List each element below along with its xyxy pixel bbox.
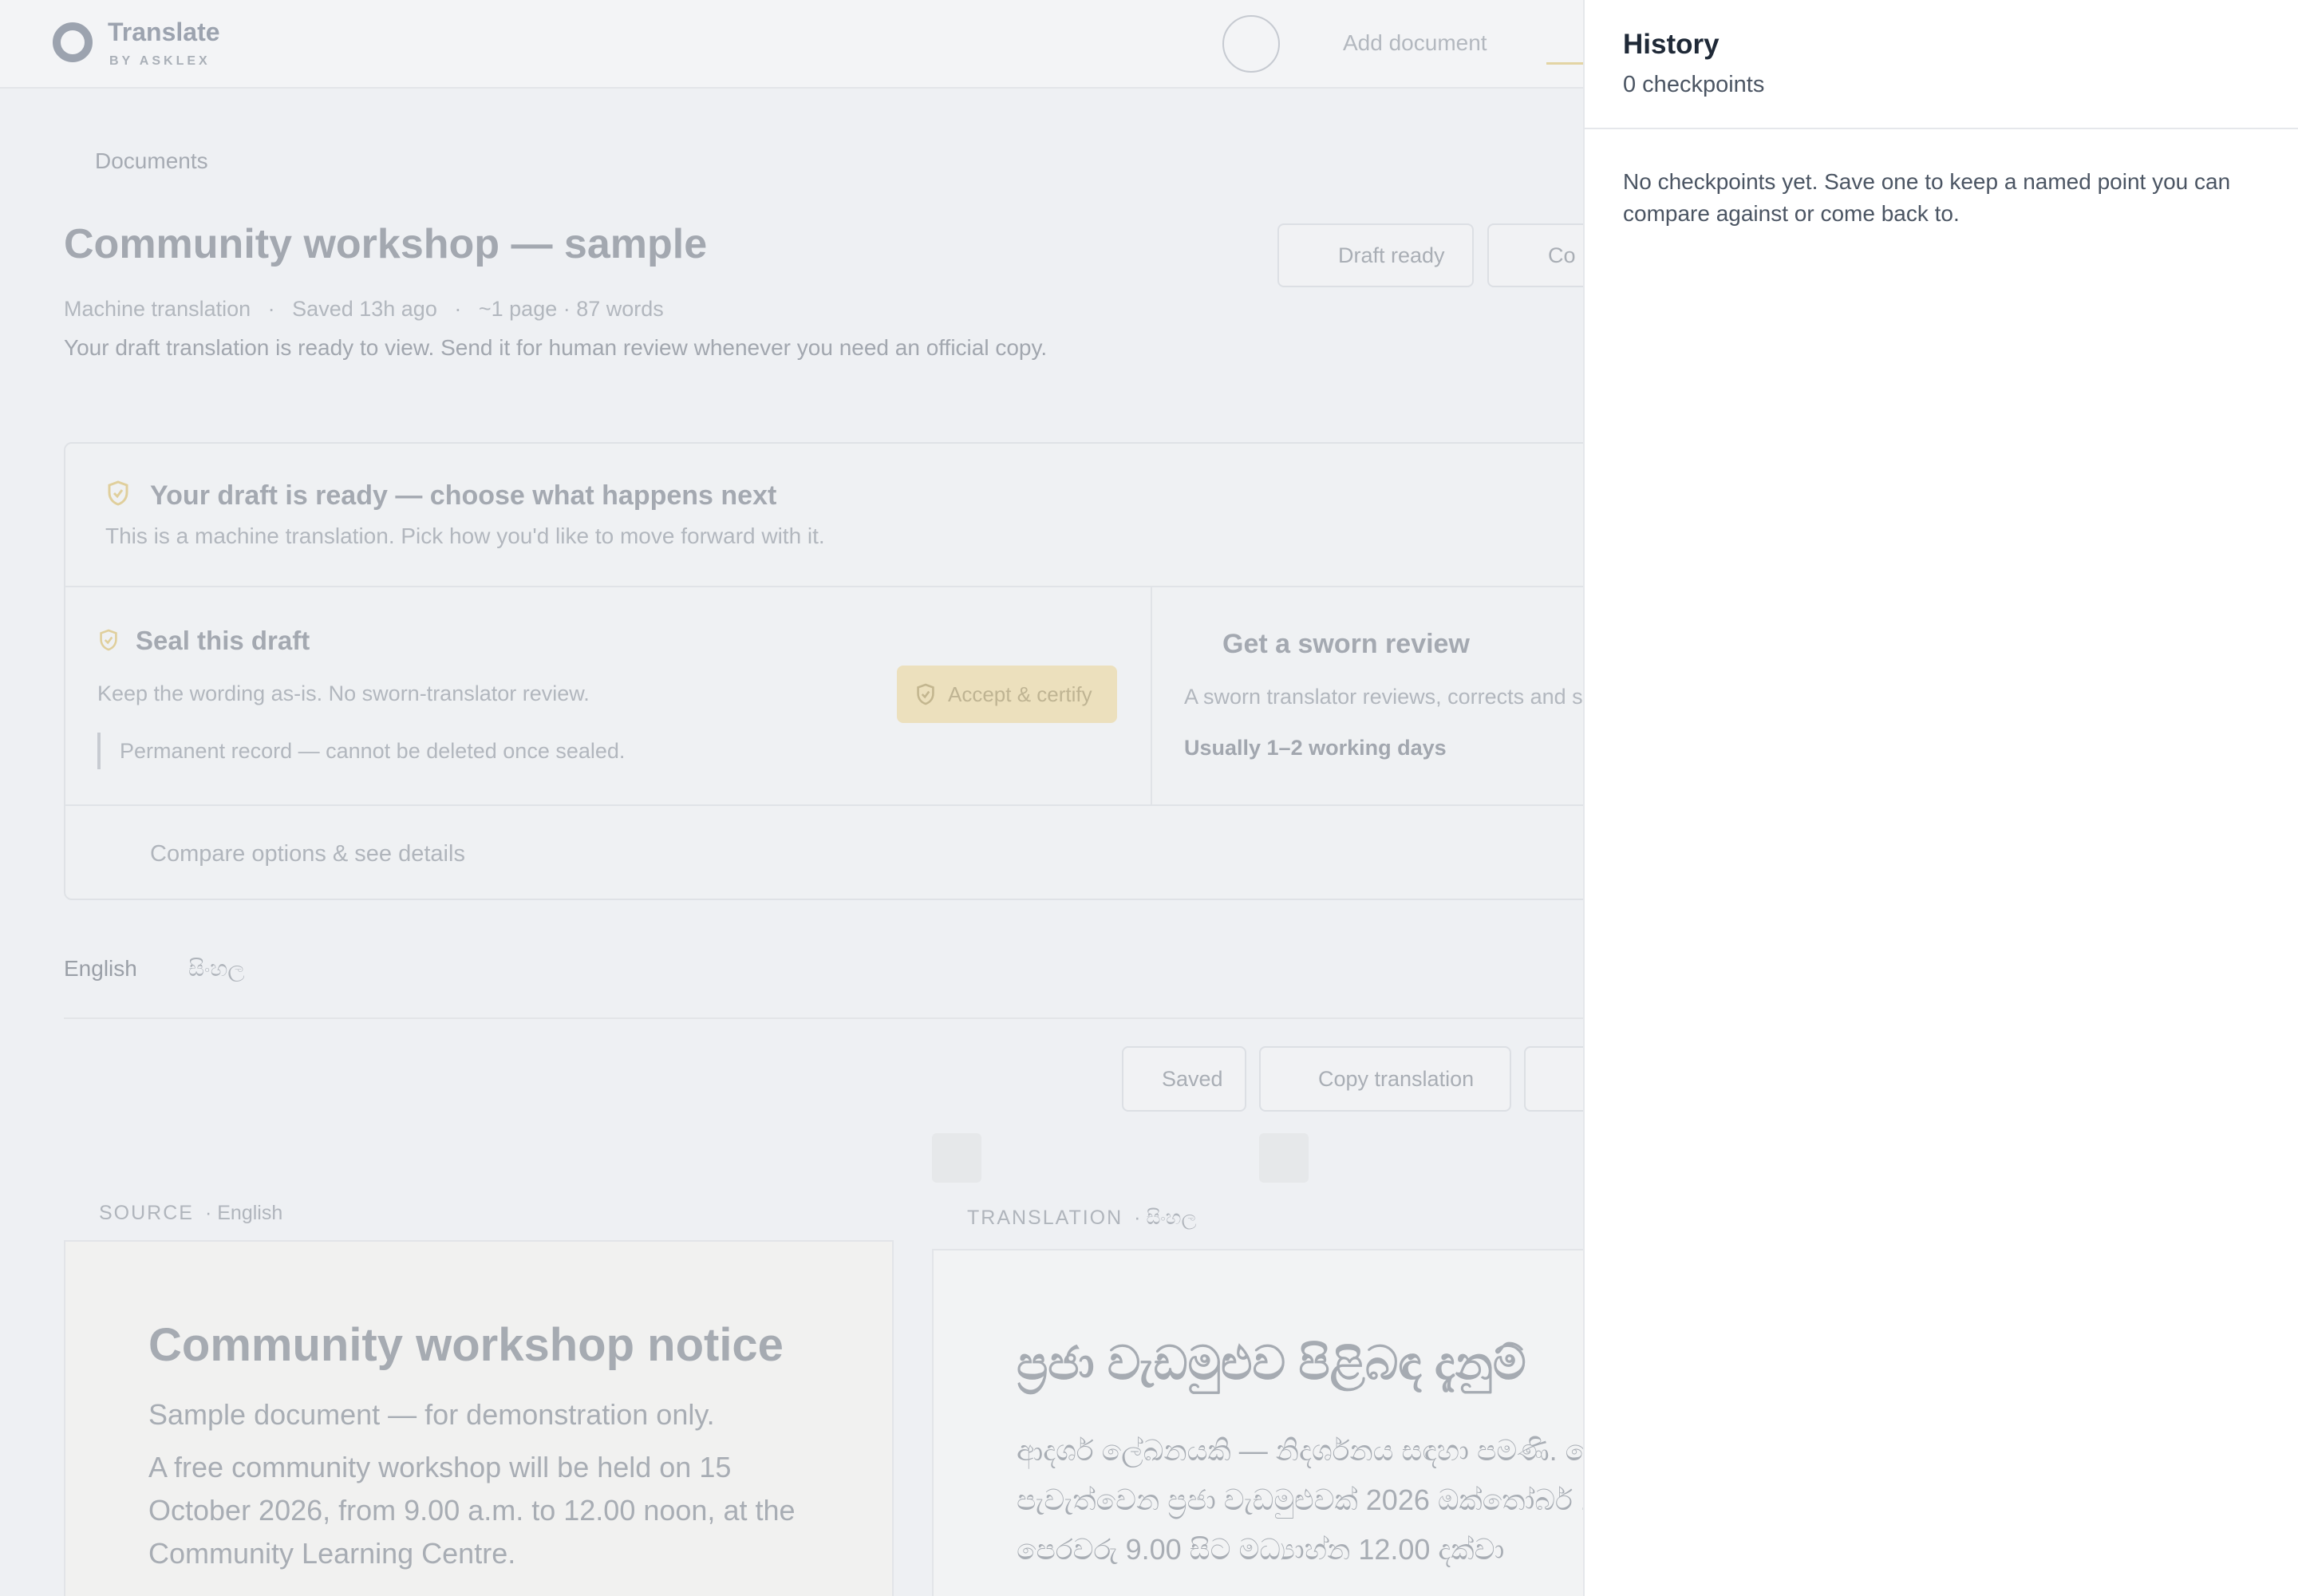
accept-certify-button[interactable]: Accept & certify: [897, 666, 1117, 723]
sworn-review-description: A sworn translator reviews, corrects and…: [1184, 685, 1583, 709]
tab-sinhala[interactable]: සිංහල: [188, 956, 245, 982]
status-badge: Draft ready: [1277, 223, 1474, 287]
source-label-text: SOURCE: [99, 1202, 194, 1224]
document-description: Your draft translation is ready to view.…: [64, 335, 1048, 360]
shield-check-icon: [917, 683, 934, 705]
sworn-review-title: Get a sworn review: [1222, 629, 1470, 659]
meta-separator: ·: [267, 297, 275, 321]
saved-button[interactable]: Saved: [1122, 1046, 1246, 1112]
divider: [65, 586, 1738, 587]
tab-english[interactable]: English: [64, 956, 137, 982]
seal-draft-title: Seal this draft: [136, 626, 310, 655]
swap-icon[interactable]: [1259, 1133, 1309, 1183]
meta-saved: Saved 13h ago: [292, 297, 437, 321]
meta-mode: Machine translation: [64, 297, 251, 321]
source-label: SOURCE · English: [99, 1202, 282, 1225]
checkpoint-count: 0 checkpoints: [1623, 72, 1765, 97]
history-empty-message: No checkpoints yet. Save one to keep a n…: [1623, 169, 2231, 226]
source-title: Community workshop notice: [148, 1319, 784, 1371]
seal-draft-description: Keep the wording as-is. No sworn-transla…: [97, 681, 590, 705]
translation-label-text: TRANSLATION: [967, 1207, 1123, 1229]
translation-label: TRANSLATION · සිංහල: [967, 1207, 1197, 1230]
copy-translation-button[interactable]: Copy translation: [1259, 1046, 1511, 1112]
shield-check-icon: [108, 480, 128, 506]
meta-separator: ·: [454, 297, 462, 321]
app-subtitle: BY ASKLEX: [109, 54, 211, 68]
divider: [65, 804, 1738, 806]
app-title: Translate: [108, 18, 220, 46]
page-title: Community workshop — sample: [64, 221, 708, 267]
translation-title: ප්‍රජා වැඩමුළුව පිළිබඳ දැනුම්: [1017, 1337, 1526, 1389]
tabs-divider: [64, 1017, 1739, 1019]
shield-check-icon: [100, 629, 117, 651]
translation-language: · සිංහල: [1134, 1207, 1197, 1229]
next-steps-subtitle: This is a machine translation. Pick how …: [105, 523, 825, 548]
sync-scroll-icon[interactable]: [932, 1133, 981, 1183]
breadcrumb-documents[interactable]: Documents: [95, 148, 208, 174]
avatar[interactable]: [1222, 15, 1280, 73]
document-meta: Machine translation · Saved 13h ago · ~1…: [64, 297, 675, 322]
next-steps-panel: Your draft is ready — choose what happen…: [64, 442, 1739, 900]
compare-options-link[interactable]: Compare options & see details: [150, 841, 465, 867]
source-paragraph: Sample document — for demonstration only…: [148, 1398, 715, 1431]
history-drawer: History 0 checkpoints No checkpoints yet…: [1583, 0, 2298, 1596]
add-document-button[interactable]: Add document: [1343, 30, 1487, 56]
next-steps-title: Your draft is ready — choose what happen…: [150, 480, 777, 511]
sworn-review-turnaround: Usually 1–2 working days: [1184, 736, 1447, 760]
source-paragraph: A free community workshop will be held o…: [148, 1451, 796, 1570]
history-title: History: [1623, 29, 1720, 60]
seal-draft-note: Permanent record — cannot be deleted onc…: [97, 733, 625, 769]
accept-certify-label: Accept & certify: [948, 682, 1092, 706]
meta-size: ~1 page · 87 words: [478, 297, 664, 321]
logo-icon: [53, 22, 93, 62]
source-document: Community workshop notice Sample documen…: [64, 1240, 894, 1596]
divider: [1585, 128, 2298, 129]
source-language: · English: [204, 1202, 283, 1224]
divider: [1151, 586, 1152, 804]
